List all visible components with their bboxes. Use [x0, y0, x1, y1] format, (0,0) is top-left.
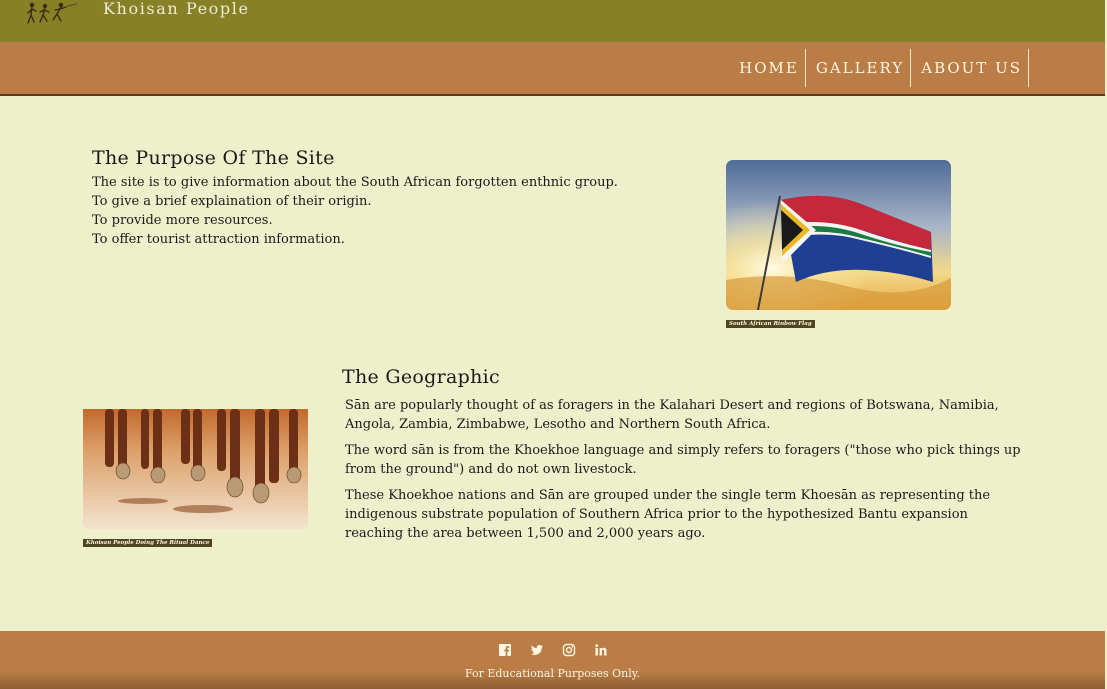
geographic-paragraph: The word sān is from the Khoekhoe langua… [345, 443, 1021, 477]
footer-text: For Educational Purposes Only. [464, 667, 641, 680]
nav-about-us-link[interactable]: ABOUT US [911, 49, 1029, 87]
geographic-paragraph: Sān are popularly thought of as foragers… [345, 398, 999, 432]
ritual-dance-image [83, 409, 308, 529]
footer: For Educational Purposes Only. [0, 631, 1105, 689]
social-links [0, 643, 1105, 657]
geographic-text: Sān are popularly thought of as foragers… [345, 396, 1027, 550]
linkedin-icon[interactable] [594, 643, 608, 657]
dance-figure: Khoisan People Doing The Ritual Dance [83, 409, 308, 548]
top-bar: Khoisan People [0, 0, 1105, 42]
dance-caption: Khoisan People Doing The Ritual Dance [83, 539, 213, 547]
main-nav: HOME GALLERY ABOUT US [729, 49, 1029, 87]
south-african-flag-image [726, 160, 951, 310]
site-title: Khoisan People [103, 0, 250, 18]
flag-caption: South African Rinbow Flag [726, 320, 815, 328]
facebook-icon[interactable] [498, 643, 512, 657]
rock-art-logo-icon[interactable] [16, 0, 82, 28]
purpose-heading: The Purpose Of The Site [92, 147, 335, 169]
twitter-icon[interactable] [530, 643, 544, 657]
purpose-list: The site is to give information about th… [92, 173, 618, 249]
nav-bar: HOME GALLERY ABOUT US [0, 42, 1105, 96]
geographic-heading: The Geographic [342, 366, 500, 388]
purpose-line: To offer tourist attraction information. [92, 232, 345, 247]
instagram-icon[interactable] [562, 643, 576, 657]
purpose-line: The site is to give information about th… [92, 175, 618, 190]
nav-home-link[interactable]: HOME [729, 49, 806, 87]
purpose-line: To give a brief explaination of their or… [92, 194, 372, 209]
geographic-paragraph: These Khoekhoe nations and Sān are group… [345, 488, 991, 541]
purpose-line: To provide more resources. [92, 213, 273, 228]
flag-figure: South African Rinbow Flag [726, 160, 951, 329]
nav-gallery-link[interactable]: GALLERY [806, 49, 912, 87]
